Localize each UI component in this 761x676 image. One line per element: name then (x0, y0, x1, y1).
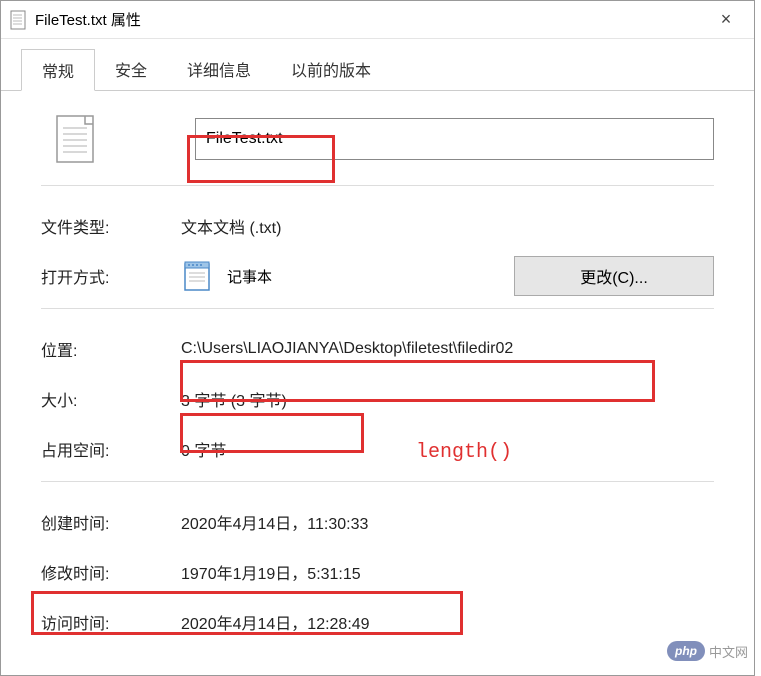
properties-window: FileTest.txt 属性 × 常规 安全 详细信息 以前的版本 (0, 0, 755, 676)
separator (41, 308, 714, 309)
content-area: 文件类型: 文本文档 (.txt) 打开方式: (1, 91, 754, 644)
value-size: 3 字节 (3 字节) (181, 387, 714, 411)
window-title: FileTest.txt 属性 (35, 9, 706, 30)
label-file-type: 文件类型: (41, 214, 181, 238)
label-accessed: 访问时间: (41, 610, 181, 634)
label-size-on-disk: 占用空间: (41, 437, 181, 461)
length-annotation: length() (416, 441, 512, 464)
close-button[interactable]: × (706, 3, 746, 37)
open-with-value-group: 记事本 (181, 260, 514, 292)
change-button[interactable]: 更改(C)... (514, 256, 714, 296)
titlebar: FileTest.txt 属性 × (1, 1, 754, 39)
php-badge: php (667, 641, 705, 661)
watermark-text: 中文网 (709, 642, 748, 661)
value-accessed: 2020年4月14日，12:28:49 (181, 610, 714, 634)
value-created: 2020年4月14日，11:30:33 (181, 510, 714, 534)
tabs: 常规 安全 详细信息 以前的版本 (1, 39, 754, 91)
separator (41, 481, 714, 482)
filename-row (41, 111, 714, 167)
row-open-with: 打开方式: 记事本 更改(C) (41, 254, 714, 298)
row-modified: 修改时间: 1970年1月19日，5:31:15 (41, 550, 714, 594)
value-location: C:\Users\LIAOJIANYA\Desktop\filetest\fil… (181, 340, 714, 358)
tab-security[interactable]: 安全 (95, 49, 167, 90)
watermark: php 中文网 (667, 641, 748, 661)
label-created: 创建时间: (41, 510, 181, 534)
row-size: 大小: 3 字节 (3 字节) (41, 377, 714, 421)
separator (41, 185, 714, 186)
file-icon (9, 9, 27, 31)
row-size-on-disk: 占用空间: 0 字节 (41, 427, 714, 471)
row-accessed: 访问时间: 2020年4月14日，12:28:49 (41, 600, 714, 644)
tab-previous-versions[interactable]: 以前的版本 (271, 49, 391, 90)
label-open-with: 打开方式: (41, 264, 181, 288)
filename-input[interactable] (195, 118, 714, 160)
value-modified: 1970年1月19日，5:31:15 (181, 560, 714, 584)
filename-input-wrap (195, 118, 714, 160)
row-file-type: 文件类型: 文本文档 (.txt) (41, 204, 714, 248)
value-file-type: 文本文档 (.txt) (181, 214, 714, 238)
file-icon-large (51, 111, 99, 167)
label-modified: 修改时间: (41, 560, 181, 584)
row-location: 位置: C:\Users\LIAOJIANYA\Desktop\filetest… (41, 327, 714, 371)
notepad-icon (181, 260, 213, 292)
label-size: 大小: (41, 387, 181, 411)
tab-general[interactable]: 常规 (21, 49, 95, 91)
row-created: 创建时间: 2020年4月14日，11:30:33 (41, 500, 714, 544)
label-location: 位置: (41, 337, 181, 361)
value-open-with: 记事本 (227, 266, 272, 287)
tab-details[interactable]: 详细信息 (167, 49, 271, 90)
